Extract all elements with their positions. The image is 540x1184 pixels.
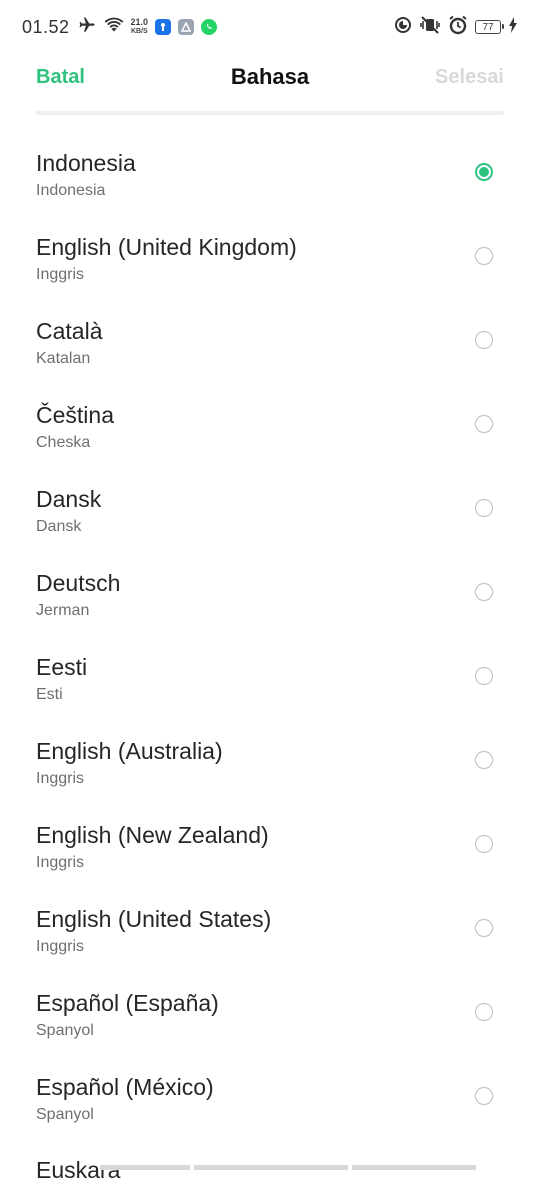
radio-unselected-icon[interactable]: [475, 919, 493, 937]
radio-unselected-icon[interactable]: [475, 331, 493, 349]
language-native-name: Inggris: [36, 854, 85, 871]
language-native-name: Inggris: [36, 770, 85, 787]
language-native-name: Dansk: [36, 518, 82, 535]
language-native-name: Jerman: [36, 602, 90, 619]
network-speed: 21.0 KB/S: [131, 18, 149, 36]
radio-unselected-icon[interactable]: [475, 835, 493, 853]
language-item[interactable]: Català Katalan: [0, 300, 540, 384]
language-name: English (Australia): [36, 738, 223, 764]
charging-icon: [508, 16, 518, 38]
language-name: Español (México): [36, 1074, 214, 1100]
language-list: Indonesia Indonesia English (United Kingdo…: [0, 132, 540, 1140]
data-saver-icon: [394, 16, 412, 39]
language-name: Eesti: [36, 654, 88, 680]
language-native-name: Spanyol: [36, 1106, 94, 1123]
app-badge-blue: [155, 19, 172, 35]
language-item[interactable]: English (United Kingdom) Inggris: [0, 216, 540, 300]
language-name: Dansk: [36, 486, 102, 512]
language-item[interactable]: Español (España) Spanyol: [0, 972, 540, 1056]
language-item[interactable]: Deutsch Jerman: [0, 552, 540, 636]
status-right: 77: [394, 15, 518, 40]
language-name: English (United States): [36, 906, 272, 932]
language-native-name: Spanyol: [36, 1022, 94, 1039]
radio-unselected-icon[interactable]: [475, 667, 493, 685]
header-divider: [36, 111, 504, 115]
app-badge-gray: [178, 19, 195, 35]
radio-unselected-icon[interactable]: [475, 1003, 493, 1021]
language-name: Català: [36, 318, 103, 344]
language-item[interactable]: Español (México) Spanyol: [0, 1056, 540, 1140]
language-item[interactable]: English (New Zealand) Inggris: [0, 804, 540, 888]
language-item[interactable]: Eesti Esti: [0, 636, 540, 720]
language-native-name: Inggris: [36, 938, 85, 955]
language-name: English (United Kingdom): [36, 234, 297, 260]
language-native-name: Esti: [36, 686, 63, 703]
wifi-icon: [104, 17, 124, 38]
done-button[interactable]: Selesai: [435, 66, 504, 89]
airplane-icon: [77, 16, 97, 39]
header-bar: Batal Bahasa Selesai: [0, 54, 540, 100]
radio-unselected-icon[interactable]: [475, 415, 493, 433]
status-bar: 01.52 21.0 KB/S 77: [0, 0, 540, 54]
status-left: 01.52 21.0 KB/S: [22, 16, 218, 39]
language-name: Indonesia: [36, 150, 136, 176]
language-item[interactable]: English (United States) Inggris: [0, 888, 540, 972]
language-native-name: Cheska: [36, 434, 91, 451]
bottom-indicator: [100, 1165, 476, 1170]
language-native-name: Indonesia: [36, 182, 106, 199]
radio-unselected-icon[interactable]: [475, 751, 493, 769]
radio-unselected-icon[interactable]: [475, 499, 493, 517]
vibrate-off-icon: [419, 15, 441, 39]
status-time: 01.52: [22, 16, 70, 37]
cancel-button[interactable]: Batal: [36, 66, 85, 89]
whatsapp-icon: [201, 19, 218, 35]
radio-unselected-icon[interactable]: [475, 247, 493, 265]
battery-level: 77: [482, 21, 494, 33]
language-item[interactable]: English (Australia) Inggris: [0, 720, 540, 804]
language-name: English (New Zealand): [36, 822, 269, 848]
alarm-icon: [448, 15, 468, 40]
language-name: Deutsch: [36, 570, 121, 596]
speed-value: 21.0: [130, 17, 149, 27]
language-item[interactable]: Čeština Cheska: [0, 384, 540, 468]
language-name: Čeština: [36, 402, 114, 428]
language-native-name: Katalan: [36, 350, 91, 367]
language-name: Español (España): [36, 990, 219, 1016]
radio-unselected-icon[interactable]: [475, 583, 493, 601]
language-item[interactable]: Indonesia Indonesia: [0, 132, 540, 216]
radio-unselected-icon[interactable]: [475, 1087, 493, 1105]
speed-unit: KB/S: [130, 28, 148, 35]
radio-selected-icon[interactable]: [475, 163, 493, 181]
language-native-name: Inggris: [36, 266, 85, 283]
language-item[interactable]: Dansk Dansk: [0, 468, 540, 552]
battery-icon: 77: [475, 20, 504, 34]
language-item-partial[interactable]: Euskara: [36, 1157, 120, 1184]
